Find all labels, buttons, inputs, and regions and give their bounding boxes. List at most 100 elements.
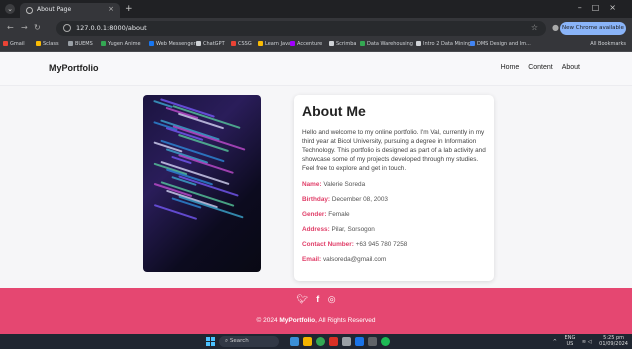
browser-tab[interactable]: About Page ×	[20, 3, 120, 18]
bookmark-label: Yugen Anime	[108, 41, 141, 47]
about-card: About Me Hello and welcome to my online …	[294, 95, 494, 281]
bookmark-favicon-icon	[68, 41, 73, 46]
windows-taskbar: ⌕ Search ^ ENG US ≋ ◁ 5:25 pm 01/09/2024	[0, 334, 632, 349]
field-label: Address:	[302, 226, 330, 233]
vscode-icon[interactable]	[355, 337, 364, 346]
about-heading: About Me	[302, 103, 366, 119]
bookmark-label: Intro 2 Data Mining	[423, 41, 472, 47]
terminal-icon[interactable]	[368, 337, 377, 346]
bookmark-favicon-icon	[196, 41, 201, 46]
bookmark-favicon-icon	[416, 41, 421, 46]
bookmark-label: CSSG	[238, 41, 252, 47]
field-value: Female	[328, 211, 350, 218]
bookmark-label: Data Warehousing	[367, 41, 413, 47]
taskbar-search-label: Search	[229, 338, 249, 344]
chrome-update-button[interactable]: New Chrome available	[560, 22, 626, 35]
code-line-decoration	[153, 203, 198, 220]
about-field: Gender: Female	[302, 211, 486, 218]
bookmark-label: Sclass	[43, 41, 59, 47]
bookmark-item[interactable]: Gmail	[3, 41, 25, 47]
bookmark-item[interactable]: Data Warehousing	[360, 41, 413, 47]
bookmark-item[interactable]: CSSG	[231, 41, 252, 47]
field-label: Contact Number:	[302, 241, 354, 248]
bookmark-label: Gmail	[10, 41, 25, 47]
web-page: MyPortfolio Home Content About About Me …	[0, 52, 632, 334]
window-controls[interactable]: –□×	[578, 3, 626, 12]
bookmark-label: DMS Design and Im...	[477, 41, 531, 47]
profile-photo	[143, 95, 261, 272]
chrome-icon[interactable]	[316, 337, 325, 346]
site-info-icon[interactable]	[63, 24, 71, 32]
bookmark-item[interactable]: BUEMS	[68, 41, 93, 47]
bookmark-label: Learn Java	[265, 41, 292, 47]
clock[interactable]: 5:25 pm 01/09/2024	[599, 335, 628, 347]
copyright-prefix: © 2024	[256, 317, 280, 324]
nav-link-about[interactable]: About	[562, 64, 580, 71]
bookmarks-bar: Gmail Sclass BUEMS Yugen Anime Web Messenger…	[0, 39, 632, 52]
file-explorer-icon[interactable]	[303, 337, 312, 346]
bookmark-favicon-icon	[329, 41, 334, 46]
profile-icon[interactable]: ●	[552, 23, 559, 32]
site-nav: Home Content About	[494, 64, 580, 71]
new-tab-button[interactable]: +	[125, 3, 133, 15]
bookmark-favicon-icon	[101, 41, 106, 46]
field-value: Pilar, Sorsogon	[331, 226, 375, 233]
volume-icon[interactable]: ◁	[588, 339, 592, 345]
site-brand[interactable]: MyPortfolio	[49, 63, 99, 73]
field-value: valsoreda@gmail.com	[322, 256, 387, 263]
instagram-icon[interactable]: ◎	[328, 294, 336, 304]
copyright-suffix: , All Rights Reserved	[315, 317, 376, 324]
tab-search-icon[interactable]: ⌄	[5, 4, 15, 14]
notes-icon[interactable]	[342, 337, 351, 346]
bookmark-item[interactable]: Accenture	[290, 41, 322, 47]
tab-close-icon[interactable]: ×	[108, 5, 114, 13]
clock-date: 01/09/2024	[599, 340, 628, 347]
system-tray[interactable]: ^ ENG US ≋ ◁ 5:25 pm 01/09/2024	[553, 335, 628, 347]
about-field: Address: Pilar, Sorsogon	[302, 226, 486, 233]
code-line-decoration	[172, 104, 241, 129]
bookmark-label: BUEMS	[75, 41, 93, 47]
about-field: Birthday: December 08, 2003	[302, 196, 486, 203]
bookmark-favicon-icon	[231, 41, 236, 46]
tab-title: About Page	[37, 6, 72, 13]
taskbar-app-icon[interactable]	[290, 337, 299, 346]
wifi-icon[interactable]: ≋	[582, 339, 586, 345]
bookmark-item[interactable]: Learn Java	[258, 41, 291, 47]
globe-icon	[26, 7, 33, 14]
bookmark-label: ChatGPT	[203, 41, 225, 47]
windows-start-icon[interactable]	[206, 337, 215, 346]
twitter-icon[interactable]: 🐦︎	[296, 294, 307, 304]
bookmark-favicon-icon	[258, 41, 263, 46]
social-links: 🐦︎ f ◎	[0, 294, 632, 305]
region-label: US	[566, 340, 574, 347]
bookmark-item[interactable]: Sclass	[36, 41, 59, 47]
address-bar[interactable]: 127.0.0.1:8000/about ☆	[56, 21, 546, 36]
reload-icon[interactable]: ↻	[34, 23, 41, 32]
nav-link-content[interactable]: Content	[528, 64, 553, 71]
url-text: 127.0.0.1:8000/about	[76, 24, 147, 32]
bookmark-item[interactable]: Yugen Anime	[101, 41, 141, 47]
bookmark-favicon-icon	[470, 41, 475, 46]
bookmark-item[interactable]: ChatGPT	[196, 41, 225, 47]
pdf-reader-icon[interactable]	[329, 337, 338, 346]
nav-link-home[interactable]: Home	[501, 64, 520, 71]
spotify-icon[interactable]	[381, 337, 390, 346]
copyright-brand: MyPortfolio	[279, 317, 316, 324]
browser-toolbar: ← → ↻ 127.0.0.1:8000/about ☆ ●	[0, 18, 632, 39]
bookmark-star-icon[interactable]: ☆	[531, 23, 538, 32]
bookmark-item[interactable]: Web Messenger	[149, 41, 196, 47]
taskbar-search[interactable]: ⌕ Search	[219, 336, 279, 347]
bookmark-favicon-icon	[290, 41, 295, 46]
bookmark-label: Web Messenger	[156, 41, 196, 47]
tray-chevron-icon[interactable]: ^	[553, 339, 557, 345]
copyright-text: © 2024 MyPortfolio, All Rights Reserved	[0, 317, 632, 324]
facebook-icon[interactable]: f	[316, 294, 319, 304]
forward-arrow-icon[interactable]: →	[21, 23, 28, 32]
input-language[interactable]: ENG US	[565, 335, 576, 347]
back-arrow-icon[interactable]: ←	[7, 23, 14, 32]
bookmark-item[interactable]: DMS Design and Im...	[470, 41, 531, 47]
bookmark-item[interactable]: Intro 2 Data Mining	[416, 41, 471, 47]
bookmark-item[interactable]: Scrimba	[329, 41, 356, 47]
field-value: +63 945 780 7258	[355, 241, 408, 248]
all-bookmarks-button[interactable]: All Bookmarks	[590, 41, 626, 47]
